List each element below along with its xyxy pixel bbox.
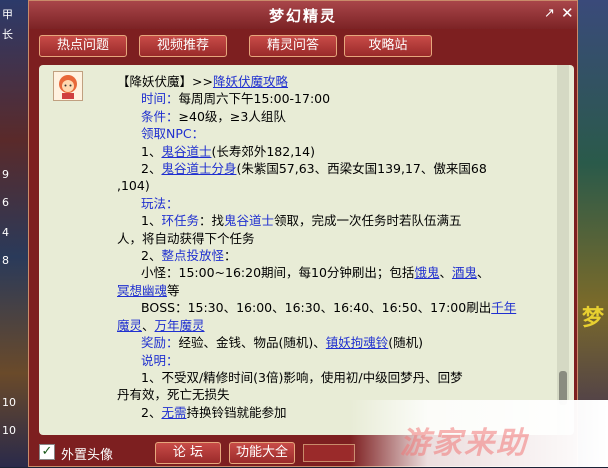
npc-link[interactable]: 鬼谷道士分身 xyxy=(161,161,236,176)
hourly-monster-line: 2、整点投放怪： xyxy=(141,248,237,264)
answer-heading: 【降妖伏魔】>>降妖伏魔攻略 xyxy=(117,74,288,89)
monster-link[interactable]: 魔灵 xyxy=(117,318,142,333)
external-avatar-checkbox[interactable]: ✓ xyxy=(39,444,55,460)
npc-link[interactable]: 鬼谷道士 xyxy=(161,144,211,159)
external-avatar-label: 外置头像 xyxy=(61,448,114,463)
monster-link[interactable]: 万年魔灵 xyxy=(155,318,205,333)
close-icon[interactable]: ✕ xyxy=(561,4,574,22)
monster-link[interactable]: 饿鬼 xyxy=(414,265,439,280)
condition-line: 条件：≥40级，≥3人组队 xyxy=(141,108,286,124)
time-line: 时间：每周周六下午15:00-17:00 xyxy=(141,91,331,107)
game-background-right: 梦 xyxy=(578,0,608,467)
item-link[interactable]: 镇妖拘魂铃 xyxy=(326,335,389,350)
note-label: 说明： xyxy=(141,352,179,368)
guide-link[interactable]: 降妖伏魔攻略 xyxy=(213,74,288,89)
extra-button[interactable] xyxy=(303,444,355,462)
bg-label: 9 xyxy=(2,168,9,181)
monster-link[interactable]: 千年 xyxy=(491,300,516,315)
boss-line: BOSS：15:30、16:00、16:30、16:40、16:50、17:00… xyxy=(141,300,517,316)
small-monster-line: 小怪：15:00~16:20期间，每10分钟刷出；包括饿鬼、酒鬼、 xyxy=(141,265,490,281)
boss-line-cont: 魔灵、万年魔灵 xyxy=(117,317,205,333)
avatar xyxy=(53,71,83,101)
tab-video-recommend[interactable]: 视频推荐 xyxy=(139,35,227,57)
npc-line-2-cont: ,104) xyxy=(117,178,150,194)
vertical-scrollbar[interactable] xyxy=(557,65,569,435)
note-line-1: 1、不受双/精修时间(3倍)影响，使用初/中级回梦丹、回梦 xyxy=(141,369,463,385)
window-title: 梦幻精灵 xyxy=(268,7,337,25)
bg-label: 甲 xyxy=(2,8,13,21)
gameplay-label: 玩法： xyxy=(141,195,179,211)
monster-link[interactable]: 冥想幽魂 xyxy=(117,283,167,298)
game-background-left: 甲 长 9 6 4 8 10 10 xyxy=(0,0,30,467)
npc-label: 领取NPC： xyxy=(141,126,205,142)
pin-icon[interactable]: ↗ xyxy=(544,6,555,21)
bg-label: 4 xyxy=(2,226,9,239)
bg-label: 6 xyxy=(2,196,9,209)
npc-line-1: 1、鬼谷道士(长寿郊外182,14) xyxy=(141,143,315,159)
features-button[interactable]: 功能大全 xyxy=(229,442,295,464)
forum-button[interactable]: 论 坛 xyxy=(155,442,221,464)
answer-panel: 【降妖伏魔】>>降妖伏魔攻略 时间：每周周六下午15:00-17:00 条件：≥… xyxy=(39,65,574,435)
small-monster-line-cont: 冥想幽魂等 xyxy=(117,282,180,298)
bg-label: 8 xyxy=(2,254,9,267)
bg-label: 10 xyxy=(2,424,16,437)
tab-spirit-qa[interactable]: 精灵问答 xyxy=(249,35,337,57)
bg-label: 10 xyxy=(2,396,16,409)
bg-logo-glyph: 梦 xyxy=(582,306,605,331)
ring-task-line: 1、环任务：找鬼谷道士领取，完成一次任务时若队伍满五 xyxy=(141,213,462,229)
npc-line-2: 2、鬼谷道士分身(朱紫国57,63、西梁女国139,17、傲来国68 xyxy=(141,161,487,177)
tab-guide-station[interactable]: 攻略站 xyxy=(344,35,432,57)
answer-text: 【降妖伏魔】>>降妖伏魔攻略 时间：每周周六下午15:00-17:00 条件：≥… xyxy=(117,73,555,421)
assistant-window: 梦幻精灵 ↗ ✕ 热点问题 视频推荐 精灵问答 攻略站 【降妖伏魔】>>降妖伏魔… xyxy=(28,0,578,467)
tab-hot-questions[interactable]: 热点问题 xyxy=(39,35,127,57)
title-bar[interactable]: 梦幻精灵 ↗ ✕ xyxy=(29,1,577,29)
watermark-text: 游家来助 xyxy=(400,426,528,461)
reward-line: 奖励：经验、金钱、物品(随机)、镇妖拘魂铃(随机) xyxy=(141,335,424,351)
bg-label: 长 xyxy=(2,28,13,41)
npc-link[interactable]: 鬼谷道士 xyxy=(224,213,274,228)
monster-link[interactable]: 酒鬼 xyxy=(452,265,477,280)
ring-task-line-cont: 人，将自动获得下个任务 xyxy=(117,230,255,246)
